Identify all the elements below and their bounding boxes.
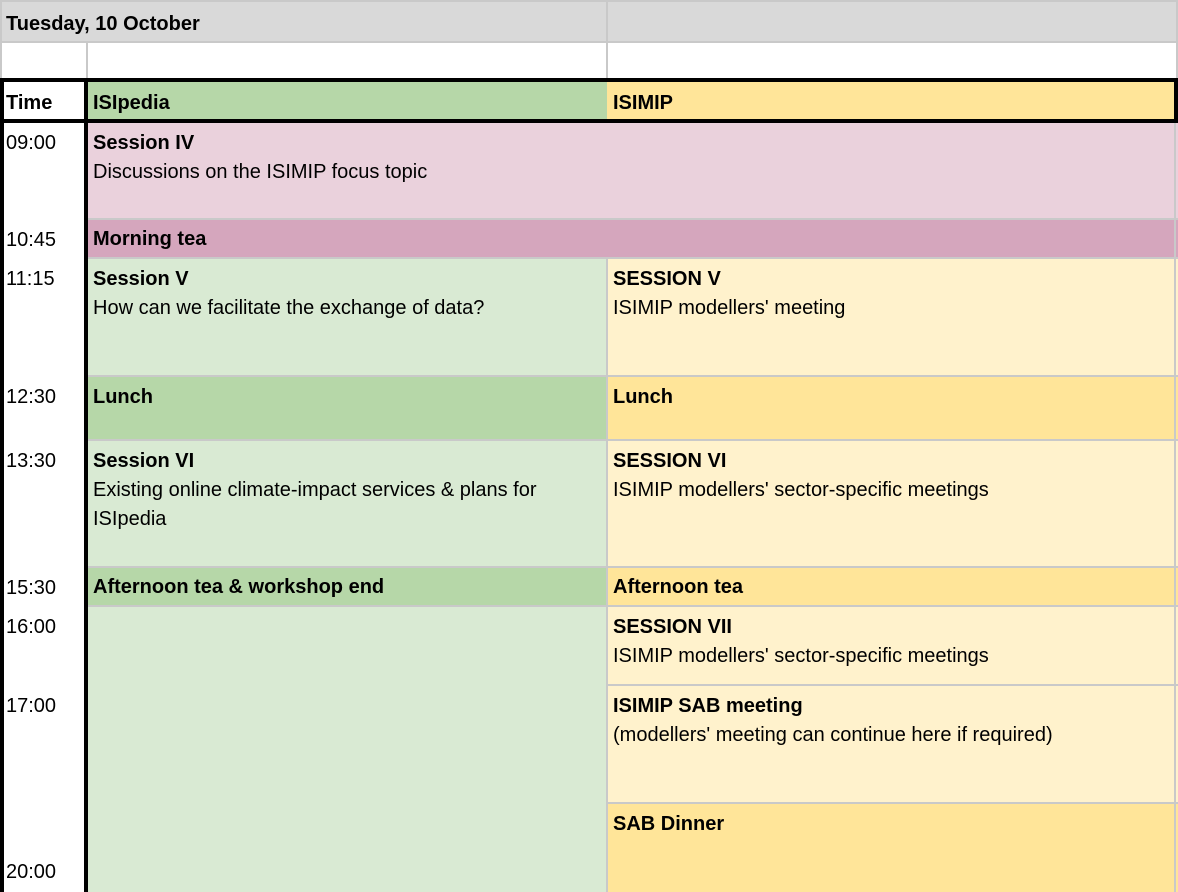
gridline <box>87 566 1178 568</box>
time-0900: 09:00 <box>6 132 57 154</box>
morning-tea-block: Morning tea <box>87 219 1178 258</box>
isimip-session-v-desc: ISIMIP modellers' meeting <box>613 297 846 319</box>
isimip-session-vii-title: SESSION VII <box>613 616 732 638</box>
isimip-sab-meeting: ISIMIP SAB meeting (modellers' meeting c… <box>607 685 1178 803</box>
gridline <box>86 42 88 80</box>
isimip-session-vi-desc: ISIMIP modellers' sector-specific meetin… <box>613 479 989 501</box>
gridline <box>1174 122 1176 892</box>
isipedia-lunch: Lunch <box>87 376 607 440</box>
gridline <box>87 439 1178 441</box>
gridline <box>606 0 608 80</box>
gridline <box>87 375 1178 377</box>
column-header-isipedia: ISIpedia <box>87 80 607 122</box>
time-1230: 12:30 <box>6 386 57 408</box>
isipedia-afternoon-tea: Afternoon tea & workshop end <box>87 567 607 606</box>
gridline <box>87 257 1178 259</box>
time-1330: 13:30 <box>6 450 57 472</box>
isipedia-session-vi-title: Session VI <box>93 450 195 472</box>
sab-meeting-desc: (modellers' meeting can continue here if… <box>613 724 1053 746</box>
isipedia-free-block <box>87 606 607 892</box>
column-header-time: Time <box>0 80 87 122</box>
gridline <box>0 0 2 80</box>
header-border-bottom <box>0 119 1178 123</box>
isimip-session-vi-title: SESSION VI <box>613 450 727 472</box>
isimip-session-v: SESSION V ISIMIP modellers' meeting <box>607 258 1178 376</box>
isipedia-session-vi-desc-line2: ISIpedia <box>93 508 167 530</box>
date-header-filler <box>607 0 1178 42</box>
isimip-session-vi: SESSION VI ISIMIP modellers' sector-spec… <box>607 440 1178 567</box>
gridline <box>607 684 1178 686</box>
time-1045: 10:45 <box>6 229 57 251</box>
time-1115: 11:15 <box>6 268 55 290</box>
isimip-session-vii-desc: ISIMIP modellers' sector-specific meetin… <box>613 645 989 667</box>
gridline <box>87 218 1178 220</box>
time-column-border <box>84 78 88 892</box>
isimip-afternoon-tea: Afternoon tea <box>607 567 1178 606</box>
time-1530: 15:30 <box>6 577 57 599</box>
session-iv-block: Session IV Discussions on the ISIMIP foc… <box>87 122 1178 219</box>
isimip-session-v-title: SESSION V <box>613 268 721 290</box>
blank-row <box>0 42 1178 80</box>
time-2000: 20:00 <box>6 861 57 883</box>
isipedia-session-v: Session V How can we facilitate the exch… <box>87 258 607 376</box>
time-1700: 17:00 <box>6 695 57 717</box>
isipedia-session-v-title: Session V <box>93 268 189 290</box>
isimip-sab-dinner: SAB Dinner <box>607 803 1178 892</box>
session-iv-title: Session IV <box>93 132 195 154</box>
gridline <box>607 802 1178 804</box>
isimip-lunch: Lunch <box>607 376 1178 440</box>
gridline <box>0 0 1178 2</box>
gridline <box>606 258 608 892</box>
isipedia-session-vi: Session VI Existing online climate-impac… <box>87 440 607 567</box>
isimip-session-vii: SESSION VII ISIMIP modellers' sector-spe… <box>607 606 1178 685</box>
gridline <box>0 41 1178 43</box>
isipedia-session-v-desc: How can we facilitate the exchange of da… <box>93 297 485 319</box>
time-1600: 16:00 <box>6 616 57 638</box>
column-header-isimip: ISIMIP <box>607 80 1178 122</box>
gridline <box>87 605 1178 607</box>
isipedia-session-vi-desc-line1: Existing online climate-impact services … <box>93 479 537 501</box>
table-border-left <box>0 78 4 892</box>
table-border-right <box>1174 78 1178 122</box>
table-border-top <box>0 78 1178 82</box>
sab-meeting-title: ISIMIP SAB meeting <box>613 695 803 717</box>
session-iv-desc: Discussions on the ISIMIP focus topic <box>93 161 428 183</box>
date-header: Tuesday, 10 October <box>0 0 607 42</box>
